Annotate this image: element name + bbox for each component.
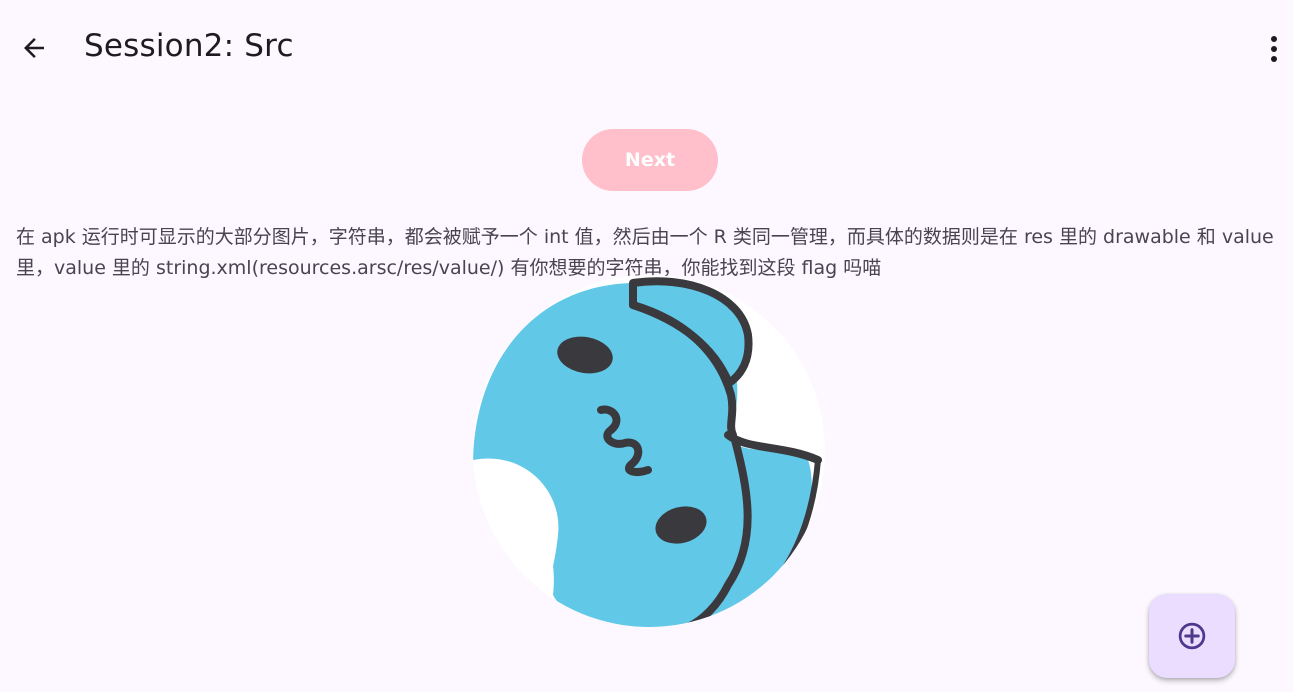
page-title: Session2: Src [84, 28, 294, 64]
add-circle-icon [1178, 622, 1206, 650]
add-fab-button[interactable] [1149, 594, 1235, 678]
more-vert-icon [1271, 36, 1277, 62]
top-app-bar: Session2: Src [0, 0, 1293, 100]
back-button[interactable] [12, 26, 56, 70]
cat-sticker-image [473, 275, 825, 627]
arrow-back-icon [24, 38, 44, 58]
next-button[interactable]: Next [582, 129, 718, 191]
overflow-menu-button[interactable] [1254, 26, 1293, 72]
blue-cat-sticker-icon [473, 275, 825, 627]
